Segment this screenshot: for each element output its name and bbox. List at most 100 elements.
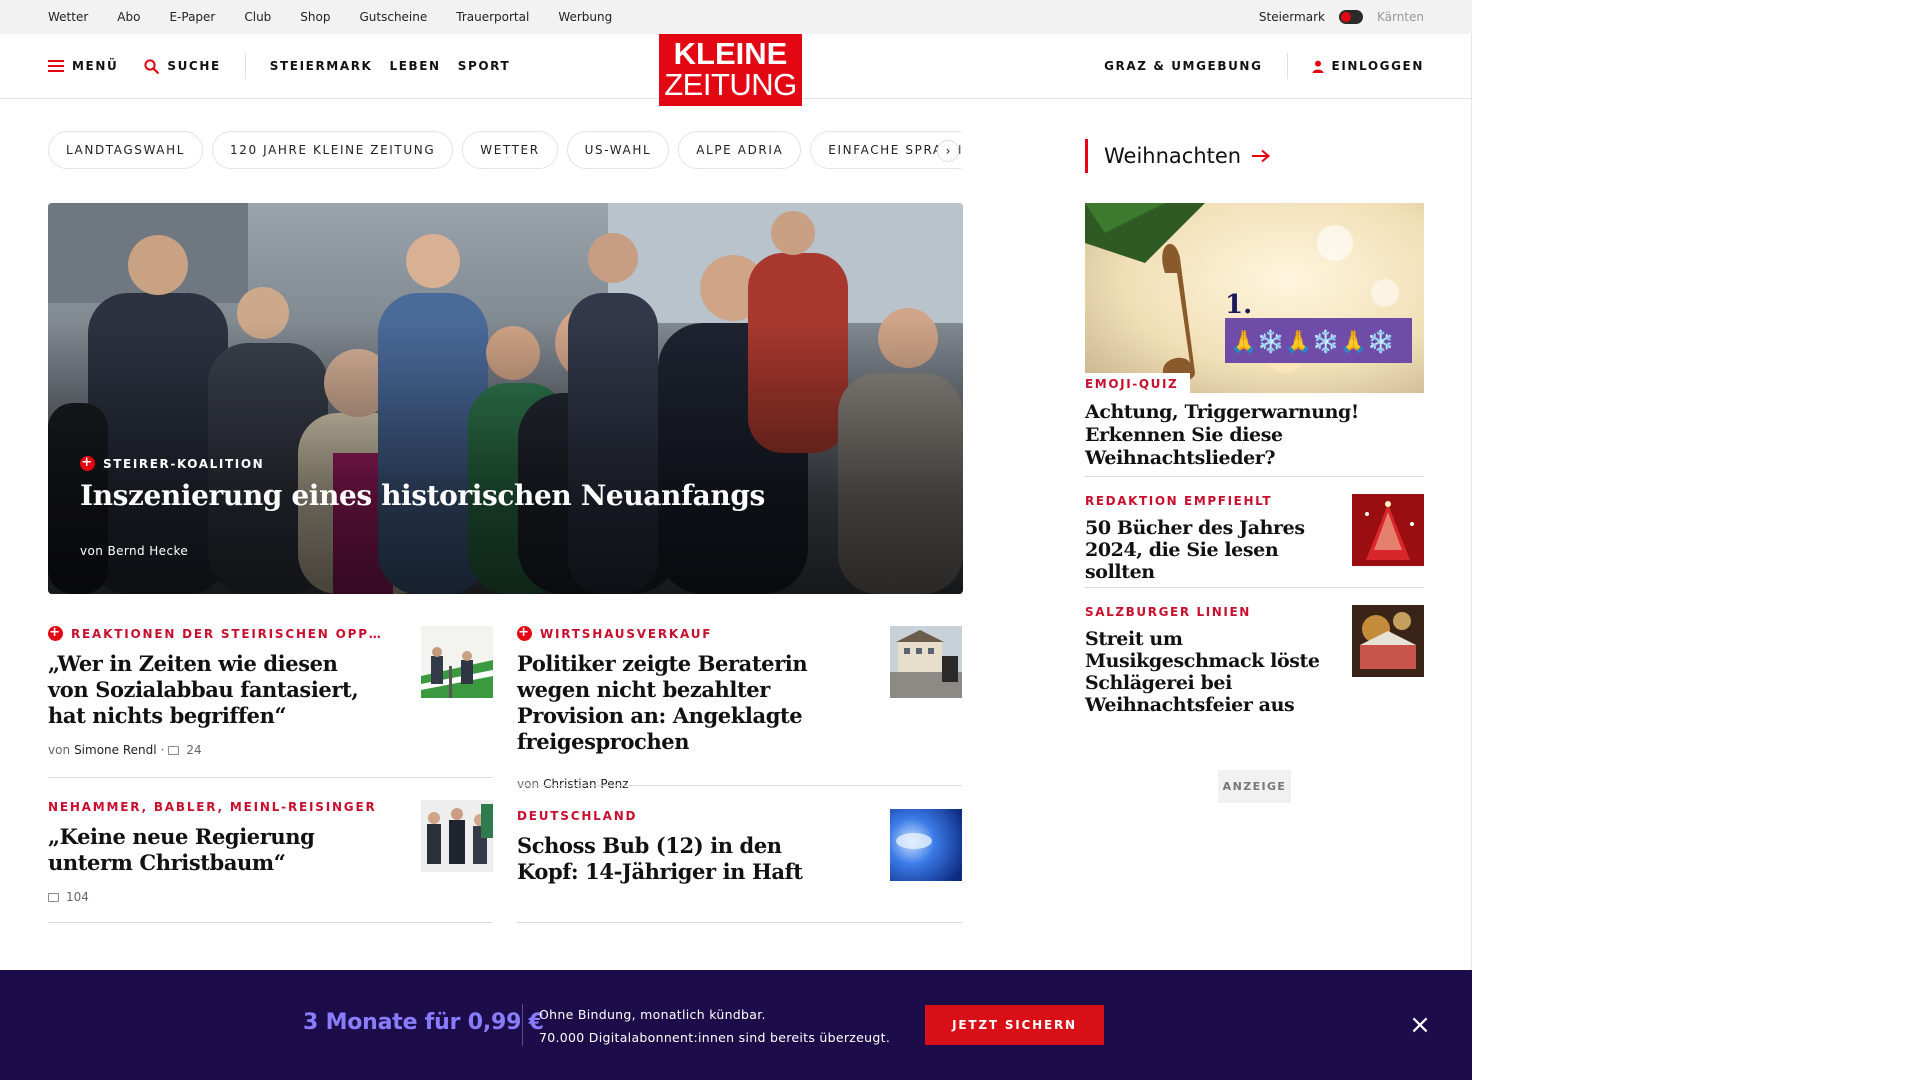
sidebar-article[interactable]: REDAKTION EMPFIEHLT 50 Bücher des Jahres… [1085,494,1424,583]
article-author[interactable]: Christian Penz [543,777,628,791]
topic-chip-120-jahre[interactable]: 120 JAHRE KLEINE ZEITUNG [212,131,454,169]
login-button[interactable]: EINLOGGEN [1312,59,1424,73]
promo-line-1: Ohne Bindung, monatlich kündbar. [539,1007,766,1022]
region-kaernten[interactable]: Kärnten [1377,10,1424,24]
utility-link-club[interactable]: Club [244,10,271,24]
topic-chip-landtagswahl[interactable]: LANDTAGSWAHL [48,131,204,169]
quiz-number: 1. [1225,290,1252,320]
sidebar-feature-image[interactable]: 1. 🙏❄️🙏❄️🙏❄️ [1085,203,1424,393]
article-card[interactable]: DEUTSCHLAND Schoss Bub (12) in den Kopf:… [517,809,962,923]
utility-link-gutscheine[interactable]: Gutscheine [359,10,427,24]
nav-sport[interactable]: SPORT [458,59,511,73]
section-nav: STEIERMARK LEBEN SPORT [270,59,510,73]
hero-title[interactable]: Inszenierung eines historischen Neuanfan… [80,479,765,512]
article-thumbnail[interactable] [421,800,493,872]
plus-badge-icon: + [80,455,95,471]
article-title[interactable]: Schoss Bub (12) in den Kopf: 14-Jähriger… [517,833,807,885]
region-toggle[interactable] [1338,10,1363,24]
promo-price: 3 Monate für 0,99 € [303,1010,544,1035]
plus-badge-icon: + [48,625,63,641]
close-icon[interactable]: × [1409,1012,1431,1038]
meta-separator: · [160,743,165,757]
sidebar-divider [1085,587,1424,588]
header-divider [244,53,246,79]
emoji-row: 🙏❄️🙏❄️🙏❄️ [1230,329,1394,355]
article-thumbnail[interactable] [890,809,962,881]
thumbnail-image [421,626,493,698]
menu-button[interactable]: MENÜ [48,59,118,73]
article-card[interactable]: NEHAMMER, BABLER, MEINL-REISINGER „Keine… [48,800,493,923]
article-card[interactable]: + WIRTSHAUSVERKAUF Politiker zeigte Bera… [517,626,962,791]
local-region-link[interactable]: GRAZ & UMGEBUNG [1104,59,1262,73]
search-button[interactable]: SUCHE [144,58,221,74]
subscription-banner: 3 Monate für 0,99 € Ohne Bindung, monatl… [0,970,1472,1080]
region-steiermark[interactable]: Steiermark [1259,10,1325,24]
utility-link-werbung[interactable]: Werbung [558,10,612,24]
comment-icon [168,745,180,755]
utility-link-wetter[interactable]: Wetter [48,10,88,24]
thumbnail-image [890,626,962,698]
page-background [1472,0,1920,1080]
utility-link-abo[interactable]: Abo [117,10,140,24]
thumbnail-image [1352,605,1424,677]
kleine-zeitung-logo[interactable]: KLEINE ZEITUNG [659,34,802,106]
sidebar-heading[interactable]: Weihnachten [1085,139,1271,173]
arrow-right-icon [1252,149,1271,163]
header-left: MENÜ SUCHE STEIERMARK LEBEN SPORT [48,34,510,98]
sidebar-heading-text: Weihnachten [1104,144,1242,168]
article-thumbnail[interactable] [421,626,493,698]
comment-count[interactable]: 104 [66,890,89,904]
main-header: MENÜ SUCHE STEIERMARK LEBEN SPORT KLEINE… [0,34,1472,106]
subscribe-button[interactable]: JETZT SICHERN [925,1005,1104,1045]
topic-chips: LANDTAGSWAHL 120 JAHRE KLEINE ZEITUNG WE… [48,131,962,169]
article-meta: von Christian Penz [517,777,962,791]
sidebar-article-thumbnail[interactable] [1352,494,1424,566]
sidebar-article-title[interactable]: Streit um Musikgeschmack löste Schlägere… [1085,628,1335,716]
topic-chip-wetter[interactable]: WETTER [462,131,558,169]
thumbnail-image [890,809,962,881]
chip-scroll-button[interactable]: › [937,140,959,162]
sidebar-feature-title[interactable]: Achtung, Triggerwarnung! Erkennen Sie di… [1085,401,1424,470]
utility-bar: Wetter Abo E-Paper Club Shop Gutscheine … [0,0,1472,34]
comment-icon [48,892,59,902]
comment-count[interactable]: 24 [186,743,201,757]
article-title[interactable]: „Keine neue Regierung unterm Christbaum“ [48,824,368,876]
utility-link-shop[interactable]: Shop [300,10,330,24]
header-divider-right [1286,53,1288,79]
nav-leben[interactable]: LEBEN [389,59,440,73]
utility-link-epaper[interactable]: E-Paper [169,10,215,24]
hero-kicker-text: STEIRER-KOALITION [103,456,265,471]
christmas-image: 1. 🙏❄️🙏❄️🙏❄️ [1085,203,1424,393]
nav-steiermark[interactable]: STEIERMARK [270,59,373,73]
menu-label: MENÜ [72,59,119,73]
article-title[interactable]: Politiker zeigte Beraterin wegen nicht b… [517,651,877,755]
topic-chip-us-wahl[interactable]: US-WAHL [566,131,670,169]
utility-link-trauerportal[interactable]: Trauerportal [456,10,529,24]
hero-author: von Bernd Hecke [80,544,189,558]
article-author[interactable]: Simone Rendl [74,743,157,757]
logo-line-2: ZEITUNG [664,67,797,102]
promo-divider [522,1004,523,1046]
ad-label: ANZEIGE [1218,770,1291,803]
sidebar-article-thumbnail[interactable] [1352,605,1424,677]
sidebar-article[interactable]: SALZBURGER LINIEN Streit um Musikgeschma… [1085,605,1424,716]
hero-article[interactable]: + STEIRER-KOALITION Inszenierung eines h… [48,203,963,594]
article-card[interactable]: + REAKTIONEN DER STEIRISCHEN OPP… „Wer i… [48,626,493,778]
promo-line-2: 70.000 Digitalabonnent:innen sind bereit… [539,1030,891,1045]
sidebar-article-title[interactable]: 50 Bücher des Jahres 2024, die Sie lesen… [1085,517,1335,583]
search-label: SUCHE [167,59,221,73]
hero-kicker: + STEIRER-KOALITION [80,456,264,471]
article-kicker-text: WIRTSHAUSVERKAUF [540,626,713,641]
hero-gradient [48,203,963,594]
utility-links: Wetter Abo E-Paper Club Shop Gutscheine … [48,0,612,34]
topic-chip-alpe-adria[interactable]: ALPE ADRIA [678,131,802,169]
user-icon [1312,60,1324,73]
page: Wetter Abo E-Paper Club Shop Gutscheine … [0,0,1472,1080]
article-title[interactable]: „Wer in Zeiten wie diesen von Sozialabba… [48,651,368,729]
author-prefix: von [48,743,71,757]
article-divider [517,785,962,786]
article-thumbnail[interactable] [890,626,962,698]
article-meta: von Simone Rendl · 24 [48,743,493,757]
chevron-right-icon: › [945,144,951,158]
region-switcher: Steiermark Kärnten [1259,0,1424,34]
